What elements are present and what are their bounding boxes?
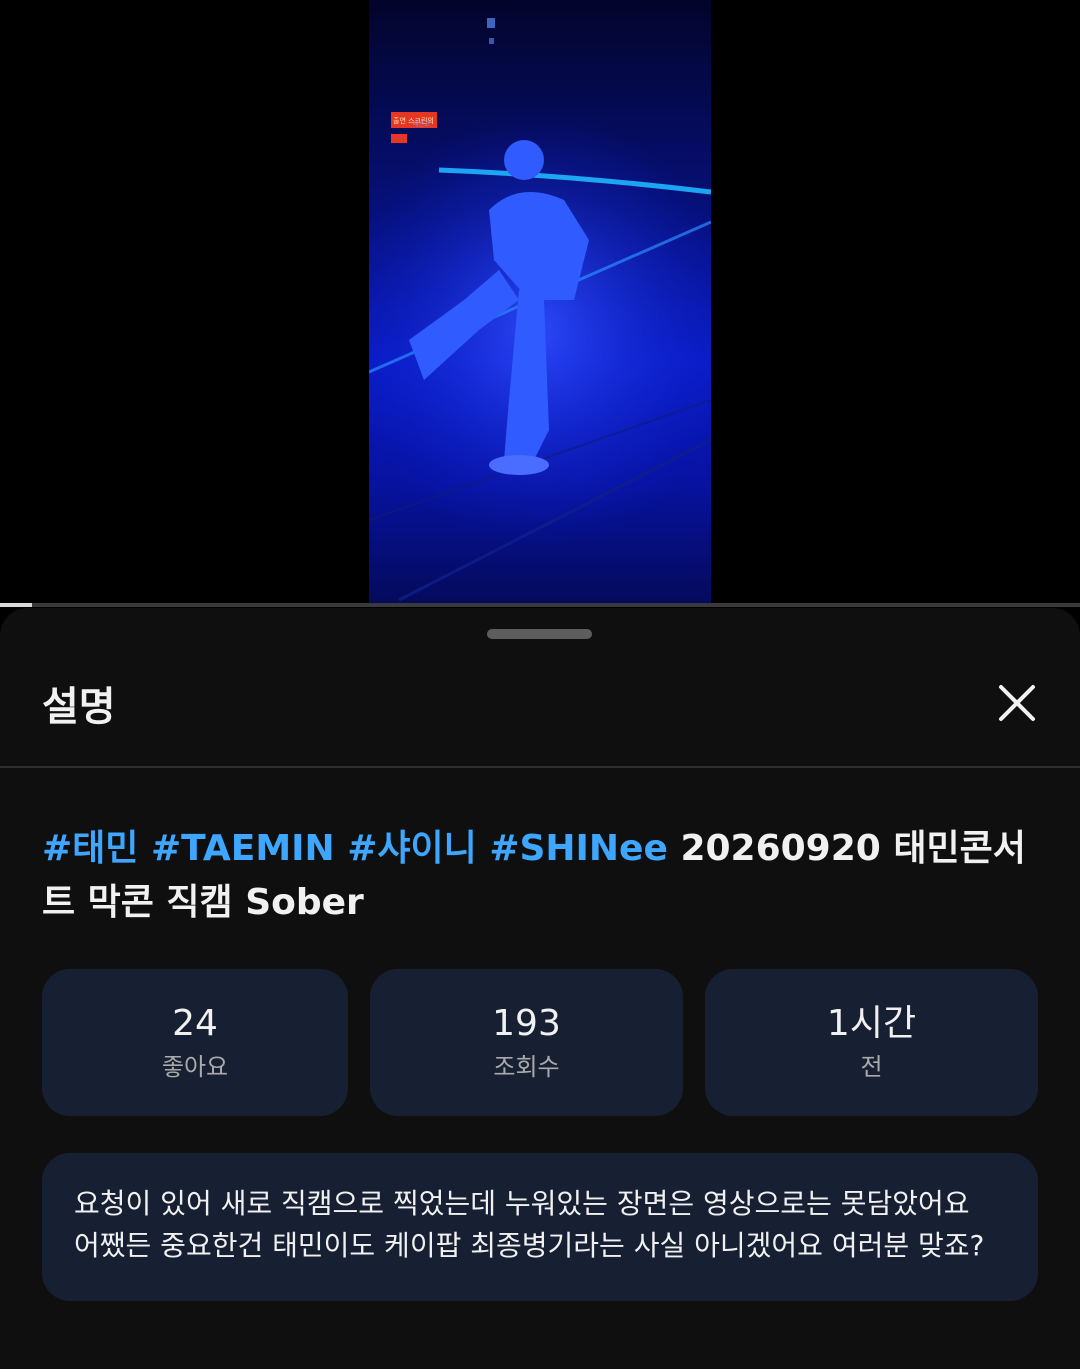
video-overlay-text: 태민고 [413, 120, 430, 128]
hashtag-link[interactable]: #샤이니 [347, 828, 477, 869]
description-sheet: 설명 #태민 #TAEMIN #샤이니 #SHINee 20260920 태민콘… [0, 608, 1080, 1369]
hashtag-link[interactable]: #SHINee [489, 828, 668, 869]
description-box[interactable]: 요청이 있어 새로 직캠으로 찍었는데 누워있는 장면은 영상으로는 못담았어요… [42, 1153, 1038, 1301]
video-player[interactable]: 출연 스크린의 태민고 [0, 0, 1080, 607]
upload-time-stat: 1시간 전 [705, 969, 1038, 1116]
concert-video-still: 출연 스크린의 태민고 [369, 18, 711, 602]
video-progress-fill [0, 603, 33, 607]
video-progress-bar[interactable] [0, 603, 1080, 607]
video-frame[interactable]: 출연 스크린의 태민고 [369, 0, 711, 604]
video-title: #태민 #TAEMIN #샤이니 #SHINee 20260920 태민콘서트 … [42, 822, 1042, 930]
upload-time-value: 1시간 [826, 1002, 917, 1044]
hashtag-link[interactable]: #TAEMIN [151, 828, 335, 869]
drag-handle[interactable] [487, 629, 592, 639]
views-count: 193 [492, 1002, 561, 1044]
likes-stat: 24 좋아요 [42, 969, 348, 1116]
likes-count: 24 [172, 1002, 218, 1044]
sheet-title: 설명 [42, 684, 116, 730]
likes-label: 좋아요 [161, 1052, 229, 1081]
views-stat: 193 조회수 [370, 969, 683, 1116]
hashtag-link[interactable]: #태민 [42, 828, 138, 869]
upload-time-label: 전 [860, 1052, 883, 1081]
close-icon [999, 685, 1035, 721]
description-line: 어쨌든 중요한건 태민이도 케이팝 최종병기라는 사실 아니겠어요 여러분 맞죠… [74, 1229, 985, 1262]
divider [0, 766, 1080, 768]
close-button[interactable] [990, 676, 1044, 730]
views-label: 조회수 [493, 1052, 560, 1081]
description-line: 요청이 있어 새로 직캠으로 찍었는데 누워있는 장면은 영상으로는 못담았어요 [74, 1187, 970, 1220]
